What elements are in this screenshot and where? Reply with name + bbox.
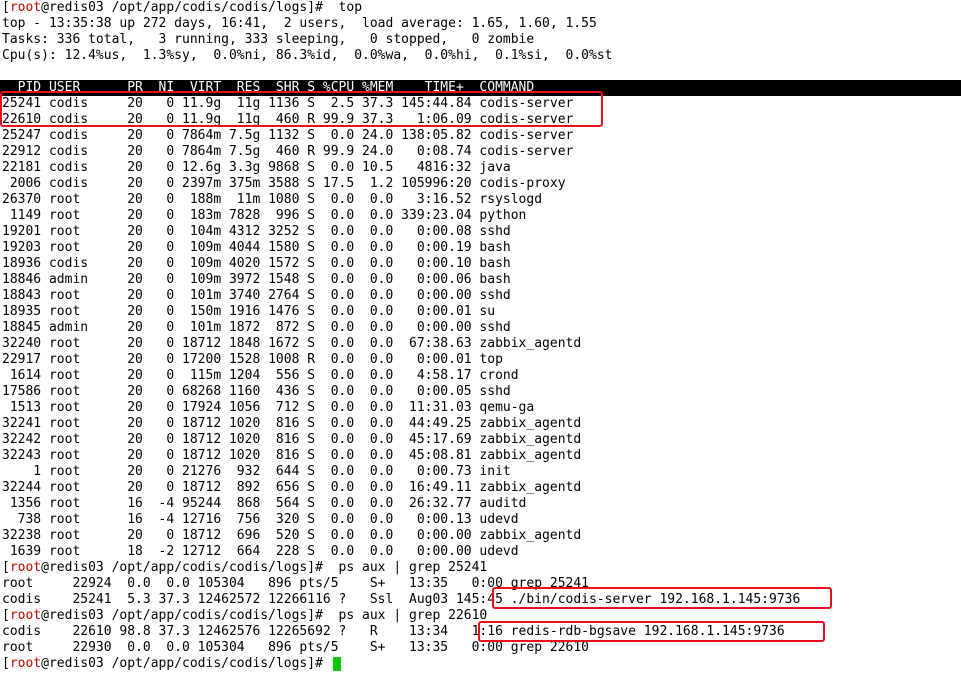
prompt-command: @redis03 /opt/app/codis/codis/logs]# ps … (41, 608, 488, 623)
terminal-cursor (333, 657, 341, 671)
terminal-output-line: 18936 codis 20 0 109m 4020 1572 S 0.0 0.… (2, 256, 511, 271)
terminal-output-line: root 22930 0.0 0.0 105304 896 pts/5 S+ 1… (2, 640, 589, 655)
prompt-open-bracket: [ (2, 0, 10, 15)
terminal-output-line: 18845 admin 20 0 101m 1872 872 S 0.0 0.0… (2, 320, 511, 335)
prompt-user: root (9, 0, 42, 15)
terminal-output-line: 18843 root 20 0 101m 3740 2764 S 0.0 0.0… (2, 288, 511, 303)
shell-prompt-line: [root@redis03 /opt/app/codis/codis/logs]… (2, 608, 487, 624)
highlight-codis-server-command (492, 587, 832, 609)
terminal-window[interactable]: [root@redis03 /opt/app/codis/codis/logs]… (0, 0, 961, 674)
terminal-output-line: 1639 root 18 -2 12712 664 228 S 0.0 0.0 … (2, 544, 519, 559)
shell-prompt-line: [root@redis03 /opt/app/codis/codis/logs]… (2, 0, 362, 16)
terminal-output-line: 22181 codis 20 0 12.6g 3.3g 9868 S 0.0 1… (2, 160, 511, 175)
prompt-user: root (9, 560, 42, 575)
shell-prompt-line: [root@redis03 /opt/app/codis/codis/logs]… (2, 560, 487, 576)
prompt-open-bracket: [ (2, 656, 10, 671)
terminal-output-line: 17586 root 20 0 68268 1160 436 S 0.0 0.0… (2, 384, 511, 399)
terminal-output-line: 32244 root 20 0 18712 892 656 S 0.0 0.0 … (2, 480, 582, 495)
prompt-open-bracket: [ (2, 608, 10, 623)
prompt-user: root (9, 656, 42, 671)
terminal-output-line: 1614 root 20 0 115m 1204 556 S 0.0 0.0 4… (2, 368, 519, 383)
terminal-output-line: 18935 root 20 0 150m 1916 1476 S 0.0 0.0… (2, 304, 496, 319)
terminal-output-line: 1 root 20 0 21276 932 644 S 0.0 0.0 0:00… (2, 464, 511, 479)
prompt-open-bracket: [ (2, 560, 10, 575)
terminal-output-line: 32238 root 20 0 18712 696 520 S 0.0 0.0 … (2, 528, 582, 543)
terminal-output-line: 32240 root 20 0 18712 1848 1672 S 0.0 0.… (2, 336, 582, 351)
terminal-output-line: 1356 root 16 -4 95244 868 564 S 0.0 0.0 … (2, 496, 527, 511)
highlight-bgsave-command (478, 621, 825, 642)
terminal-output-line: 18846 admin 20 0 109m 3972 1548 S 0.0 0.… (2, 272, 511, 287)
prompt-command: @redis03 /opt/app/codis/codis/logs]# ps … (41, 560, 488, 575)
terminal-output-line: Tasks: 336 total, 3 running, 333 sleepin… (2, 32, 535, 47)
terminal-output-line: 22912 codis 20 0 7864m 7.5g 460 R 99.9 2… (2, 144, 574, 159)
terminal-output-line: 738 root 16 -4 12716 756 320 S 0.0 0.0 0… (2, 512, 519, 527)
terminal-output-line: 26370 root 20 0 188m 11m 1080 S 0.0 0.0 … (2, 192, 543, 207)
shell-prompt-line: [root@redis03 /opt/app/codis/codis/logs]… (2, 656, 331, 672)
terminal-output-line: 25247 codis 20 0 7864m 7.5g 1132 S 0.0 2… (2, 128, 574, 143)
terminal-output-line: 1149 root 20 0 183m 7828 996 S 0.0 0.0 3… (2, 208, 527, 223)
terminal-output-line: 32242 root 20 0 18712 1020 816 S 0.0 0.0… (2, 432, 582, 447)
terminal-output-line: top - 13:35:38 up 272 days, 16:41, 2 use… (2, 16, 597, 31)
prompt-command: @redis03 /opt/app/codis/codis/logs]# top (41, 0, 363, 15)
terminal-output-line: 32243 root 20 0 18712 1020 816 S 0.0 0.0… (2, 448, 582, 463)
terminal-output-line: Cpu(s): 12.4%us, 1.3%sy, 0.0%ni, 86.3%id… (2, 48, 613, 63)
prompt-user: root (9, 608, 42, 623)
terminal-output-line: 1513 root 20 0 17924 1056 712 S 0.0 0.0 … (2, 400, 535, 415)
terminal-output-line: 32241 root 20 0 18712 1020 816 S 0.0 0.0… (2, 416, 582, 431)
terminal-output-line: 19203 root 20 0 109m 4044 1580 S 0.0 0.0… (2, 240, 511, 255)
highlight-codis-server-rows (0, 91, 603, 127)
terminal-output-line: 2006 codis 20 0 2397m 375m 3588 S 17.5 1… (2, 176, 566, 191)
terminal-output-line: 22917 root 20 0 17200 1528 1008 R 0.0 0.… (2, 352, 503, 367)
terminal-output-line: 19201 root 20 0 104m 4312 3252 S 0.0 0.0… (2, 224, 511, 239)
prompt-command: @redis03 /opt/app/codis/codis/logs]# (41, 656, 331, 671)
